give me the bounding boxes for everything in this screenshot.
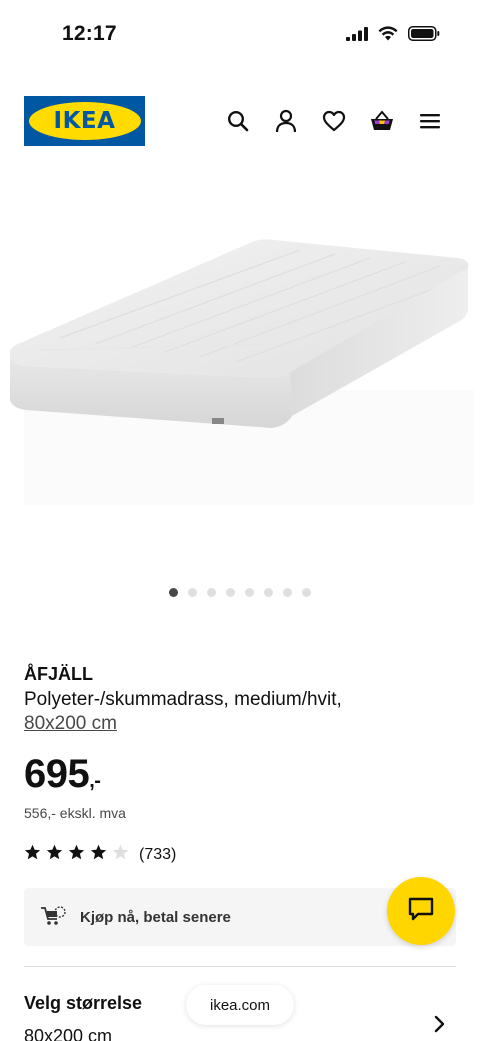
rating-stars xyxy=(24,844,129,865)
carousel-dot[interactable] xyxy=(188,588,197,597)
product-size-link[interactable]: 80x200 cm xyxy=(24,713,117,734)
cellular-signal-icon xyxy=(346,26,368,46)
logo-oval: IKEA xyxy=(28,102,141,140)
search-icon[interactable] xyxy=(224,107,252,135)
star-filled-icon xyxy=(24,844,41,865)
battery-icon xyxy=(408,26,440,46)
star-filled-icon xyxy=(68,844,85,865)
size-selector-value[interactable]: 80x200 cm xyxy=(24,1026,112,1041)
rating[interactable]: (733) xyxy=(24,844,176,865)
size-selector-heading: Velg størrelse xyxy=(24,993,143,1013)
carousel-dot[interactable] xyxy=(283,588,292,597)
mattress-image xyxy=(9,239,474,505)
buy-now-pay-later-label: Kjøp nå, betal senere xyxy=(80,908,231,926)
carousel-dot[interactable] xyxy=(226,588,235,597)
divider xyxy=(24,966,456,967)
header-icons xyxy=(224,107,444,135)
carousel-dot[interactable] xyxy=(302,588,311,597)
shopping-cart-clock-icon xyxy=(40,904,66,931)
chevron-right-icon[interactable] xyxy=(430,1012,450,1036)
star-empty-icon xyxy=(112,844,129,865)
logo-text: IKEA xyxy=(53,108,116,134)
carousel-dot[interactable] xyxy=(169,588,178,597)
price-suffix: ,- xyxy=(89,770,101,792)
status-icons xyxy=(346,26,440,46)
account-icon[interactable] xyxy=(272,107,300,135)
shopping-bag-icon[interactable] xyxy=(368,107,396,135)
price-excl-vat: 556,- ekskl. mva xyxy=(24,805,126,821)
header: IKEA xyxy=(0,96,480,146)
status-time: 12:17 xyxy=(62,22,117,45)
product-description-text: Polyeter-/skummadrass, medium/hvit, xyxy=(24,689,342,710)
product-description: Polyeter-/skummadrass, medium/hvit, 80x2… xyxy=(24,688,444,736)
status-bar: 12:17 xyxy=(0,0,480,70)
product-image[interactable] xyxy=(0,170,480,570)
image-carousel-dots xyxy=(0,588,480,600)
carousel-dot[interactable] xyxy=(245,588,254,597)
carousel-dot[interactable] xyxy=(207,588,216,597)
price-value: 695 xyxy=(24,752,90,796)
chat-icon xyxy=(408,897,434,926)
browser-url-pill[interactable]: ikea.com xyxy=(186,985,294,1025)
carousel-dot[interactable] xyxy=(264,588,273,597)
ikea-logo[interactable]: IKEA xyxy=(24,96,145,146)
product-name: ÅFJÄLL xyxy=(24,664,93,684)
chat-button[interactable] xyxy=(387,877,455,945)
review-count: (733) xyxy=(139,845,177,863)
menu-icon[interactable] xyxy=(416,107,444,135)
star-filled-icon xyxy=(90,844,107,865)
star-filled-icon xyxy=(46,844,63,865)
wifi-icon xyxy=(378,26,398,46)
heart-icon[interactable] xyxy=(320,107,348,135)
price: 695,- xyxy=(24,752,101,797)
